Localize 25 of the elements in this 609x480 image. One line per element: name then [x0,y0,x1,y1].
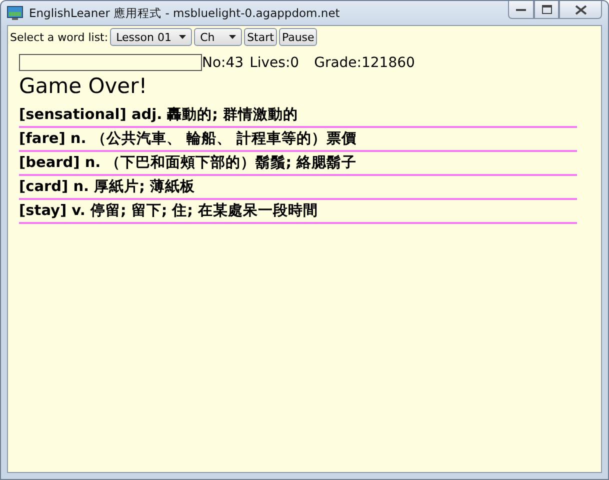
stat-text: Grade:121860 [314,54,415,70]
word-list-dropdown[interactable]: Ch [194,28,242,46]
maximize-icon [542,5,552,14]
stat-text: Lives:0 [250,54,300,70]
word-entry: [stay] v. 停留; 留下; 住; 在某處呆一段時間 [19,200,577,224]
close-button[interactable] [559,1,602,19]
minimize-icon [516,8,526,12]
maximize-button[interactable] [534,1,559,19]
minimize-button[interactable] [508,1,534,19]
start-button[interactable]: Start [244,28,277,46]
window-title: EnglishLeaner 應用程式 - msbluelight-0.agappdom.net [29,6,340,20]
word-entry: [sensational] adj. 轟動的; 群情激動的 [19,104,577,128]
stat-text: No:43 [202,54,244,70]
word-entry: [card] n. 厚紙片; 薄紙板 [19,176,577,200]
game-over-message: Game Over! [19,74,148,98]
app-icon [7,6,23,20]
word-entry: [fare] n. （公共汽車、 輪船、 計程車等的）票價 [19,128,577,152]
word-entry: [beard] n. （下巴和面頰下部的）鬍鬚; 絡腮鬍子 [19,152,577,176]
caret-icon [179,35,186,39]
caret-icon [229,35,236,39]
answer-field[interactable] [19,54,202,71]
pause-button[interactable]: Pause [278,28,318,46]
word-list-label: Select a word list: [10,30,108,44]
close-icon [574,4,586,14]
word-list-dropdown[interactable]: Lesson 01 [110,28,192,46]
